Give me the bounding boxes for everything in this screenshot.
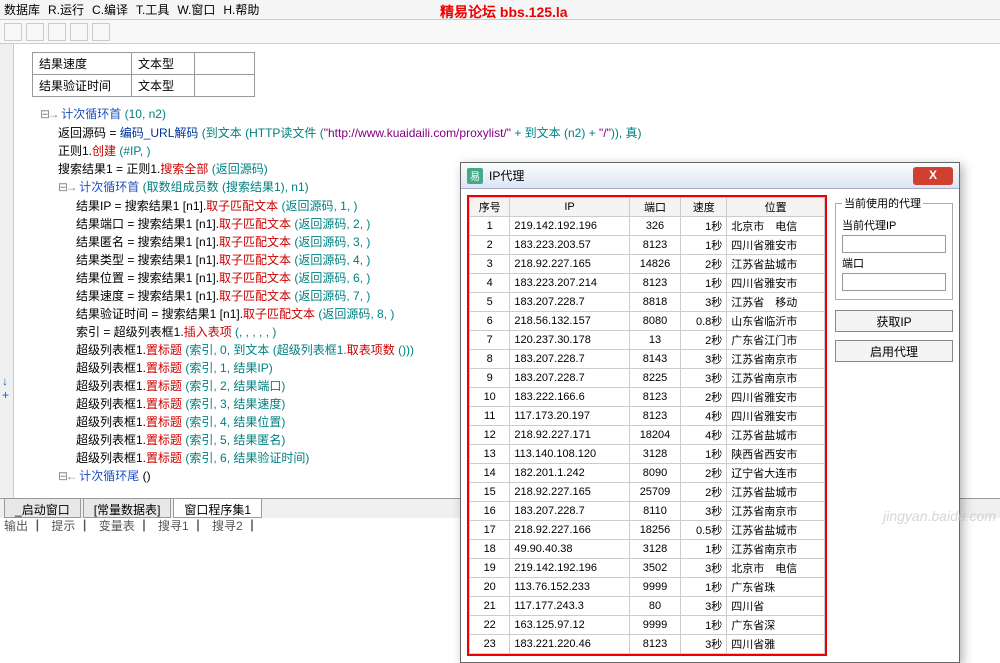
code-panel: 结果速度文本型 结果验证时间文本型 ⊟→计次循环首 (10, n2) 返回源码 …: [14, 44, 454, 504]
status-bar: 输出 ┃提示 ┃变量表 ┃搜寻1 ┃搜寻2 ┃: [4, 517, 258, 534]
grid-header[interactable]: 速度: [681, 198, 727, 217]
ip-proxy-dialog: 易 IP代理 X 序号IP端口速度位置 1219.142.192.1963261…: [460, 162, 960, 663]
table-row[interactable]: 15218.92.227.165257092秒江苏省盐城市: [470, 483, 825, 502]
table-row[interactable]: 11117.173.20.19781234秒四川省雅安市: [470, 407, 825, 426]
table-row[interactable]: 9183.207.228.782253秒江苏省南京市: [470, 369, 825, 388]
tab-const[interactable]: [常量数据表]: [83, 499, 172, 518]
menu-item[interactable]: 数据库: [4, 1, 40, 18]
gutter: ↓ +: [0, 44, 14, 504]
dialog-body: 序号IP端口速度位置 1219.142.192.1963261秒北京市 电信21…: [461, 189, 959, 662]
table-row[interactable]: 3218.92.227.165148262秒江苏省盐城市: [470, 255, 825, 274]
table-row[interactable]: 1219.142.192.1963261秒北京市 电信: [470, 217, 825, 236]
start-proxy-button[interactable]: 启用代理: [835, 340, 953, 362]
watermark: jingyan.baidu.com: [883, 508, 996, 524]
table-row[interactable]: 21117.177.243.3803秒四川省: [470, 597, 825, 616]
menu-item[interactable]: T.工具: [136, 1, 169, 18]
dialog-titlebar[interactable]: 易 IP代理 X: [461, 163, 959, 189]
fieldset-legend: 当前使用的代理: [842, 195, 923, 211]
property-table: 结果速度文本型 结果验证时间文本型: [32, 52, 255, 97]
table-row[interactable]: 7120.237.30.178132秒广东省江门市: [470, 331, 825, 350]
current-ip-input[interactable]: [842, 235, 946, 253]
right-panel: 当前使用的代理 当前代理IP 端口 获取IP 启用代理: [835, 195, 953, 656]
insert-arrow-icon[interactable]: ↓ +: [2, 374, 13, 402]
tool-icon[interactable]: [92, 23, 110, 41]
tab-startup[interactable]: _启动窗口: [4, 499, 81, 518]
code-tree[interactable]: ⊟→计次循环首 (10, n2) 返回源码 = 编码_URL解码 (到文本 (H…: [22, 105, 446, 486]
label-port: 端口: [842, 255, 946, 271]
table-row[interactable]: 17218.92.227.166182560.5秒江苏省盐城市: [470, 521, 825, 540]
proxy-grid[interactable]: 序号IP端口速度位置 1219.142.192.1963261秒北京市 电信21…: [469, 197, 825, 654]
menu-item[interactable]: W.窗口: [177, 1, 215, 18]
table-row[interactable]: 6218.56.132.15780800.8秒山东省临沂市: [470, 312, 825, 331]
table-row[interactable]: 4183.223.207.21481231秒四川省雅安市: [470, 274, 825, 293]
close-icon[interactable]: X: [913, 167, 953, 185]
tool-icon[interactable]: [26, 23, 44, 41]
grid-header[interactable]: 位置: [727, 198, 825, 217]
menu-item[interactable]: H.帮助: [223, 1, 259, 18]
table-row[interactable]: 5183.207.228.788183秒江苏省 移动: [470, 293, 825, 312]
table-row[interactable]: 12218.92.227.171182044秒江苏省盐城市: [470, 426, 825, 445]
table-row[interactable]: 22163.125.97.1299991秒广东省深: [470, 616, 825, 635]
dialog-title: IP代理: [489, 167, 913, 184]
get-ip-button[interactable]: 获取IP: [835, 310, 953, 332]
prop-type: 文本型: [132, 53, 195, 75]
current-proxy-fieldset: 当前使用的代理 当前代理IP 端口: [835, 195, 953, 300]
table-row[interactable]: 14182.201.1.24280902秒辽宁省大连市: [470, 464, 825, 483]
table-row[interactable]: 19219.142.192.19635023秒北京市 电信: [470, 559, 825, 578]
banner-text: 精易论坛 bbs.125.la: [440, 2, 568, 22]
table-row[interactable]: 10183.222.166.681232秒四川省雅安市: [470, 388, 825, 407]
app-icon: 易: [467, 168, 483, 184]
tool-icon[interactable]: [4, 23, 22, 41]
proxy-grid-wrap: 序号IP端口速度位置 1219.142.192.1963261秒北京市 电信21…: [467, 195, 827, 656]
tool-icon[interactable]: [70, 23, 88, 41]
grid-header[interactable]: IP: [510, 198, 629, 217]
table-row[interactable]: 13113.140.108.12031281秒陕西省西安市: [470, 445, 825, 464]
toolbar: [0, 20, 1000, 44]
label-ip: 当前代理IP: [842, 217, 946, 233]
table-row[interactable]: 16183.207.228.781103秒江苏省南京市: [470, 502, 825, 521]
menu-item[interactable]: R.运行: [48, 1, 84, 18]
table-row[interactable]: 23183.221.220.4681233秒四川省雅: [470, 635, 825, 654]
table-row[interactable]: 2183.223.203.5781231秒四川省雅安市: [470, 236, 825, 255]
prop-name: 结果验证时间: [33, 75, 132, 97]
tab-winproc[interactable]: 窗口程序集1: [173, 499, 262, 518]
current-port-input[interactable]: [842, 273, 946, 291]
grid-header[interactable]: 端口: [629, 198, 681, 217]
table-row[interactable]: 1849.90.40.3831281秒江苏省南京市: [470, 540, 825, 559]
prop-type: 文本型: [132, 75, 195, 97]
table-row[interactable]: 8183.207.228.781433秒江苏省南京市: [470, 350, 825, 369]
prop-name: 结果速度: [33, 53, 132, 75]
tool-icon[interactable]: [48, 23, 66, 41]
table-row[interactable]: 20113.76.152.23399991秒广东省珠: [470, 578, 825, 597]
menu-item[interactable]: C.编译: [92, 1, 128, 18]
grid-header[interactable]: 序号: [470, 198, 510, 217]
